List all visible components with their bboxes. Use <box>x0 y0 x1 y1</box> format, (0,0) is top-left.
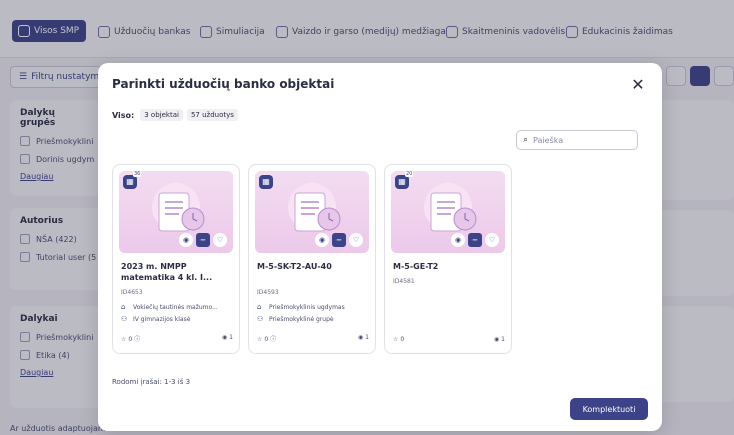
view-count: 1 <box>229 334 233 341</box>
card-id: ID4581 <box>393 278 415 285</box>
graduation-icon: ⌂ <box>121 303 126 311</box>
card-badge: 20 <box>405 171 414 177</box>
eye-icon: ◉ <box>358 334 364 341</box>
meta-text: Vokiečių tautinės mažumo... <box>133 303 218 311</box>
card-image: ▦ ◉ − ♡ <box>255 171 369 253</box>
view-count: 1 <box>501 336 505 343</box>
star-count: 0 <box>264 336 269 343</box>
card-id: ID4593 <box>257 289 279 296</box>
users-icon: ⚇ <box>257 315 264 323</box>
task-card[interactable]: ▦ 36 ◉ − ♡ 2023 m. NMPP matematika 4 kl.… <box>112 164 240 354</box>
card-meta: ⌂ Priešmokyklinis ugdymas <box>257 303 345 311</box>
summary-label: Viso: <box>112 110 135 120</box>
task-bank-icon: ▦ <box>259 175 273 189</box>
card-footer: ☆ 0 ⓘ ◉ 1 <box>257 334 369 343</box>
card-title[interactable]: M-5-SK-T2-AU-40 <box>257 261 369 272</box>
card-title[interactable]: 2023 m. NMPP matematika 4 kl. I... <box>121 261 233 283</box>
records-shown-text: Rodomi įrašai: 1-3 iš 3 <box>112 378 191 386</box>
selected-objects-modal: Parinkti užduočių banko objektai ✕ Viso:… <box>98 63 662 431</box>
task-bank-icon: ▦ <box>395 175 409 189</box>
graduation-icon: ⌂ <box>257 303 262 311</box>
remove-button[interactable]: − <box>332 233 346 247</box>
task-card[interactable]: ▦ 20 ◉ − ♡ M-5-GE-T2 ID4581 ☆ 0 ◉ 1 <box>384 164 512 354</box>
card-actions: ◉ − ♡ <box>315 233 363 247</box>
card-title[interactable]: M-5-GE-T2 <box>393 261 505 272</box>
views: ◉ 1 <box>222 334 233 343</box>
remove-button[interactable]: − <box>468 233 482 247</box>
preview-eye-icon[interactable]: ◉ <box>451 233 465 247</box>
info-icon: ⓘ <box>270 336 277 343</box>
rating: ☆ 0 ⓘ <box>121 334 140 343</box>
heart-icon[interactable]: ♡ <box>349 233 363 247</box>
card-meta: ⚇ IV gimnazijos klasė <box>121 315 190 323</box>
search-placeholder: Paieška <box>533 135 564 145</box>
star-count: 0 <box>400 336 405 343</box>
preview-eye-icon[interactable]: ◉ <box>179 233 193 247</box>
close-icon[interactable]: ✕ <box>630 77 646 93</box>
views: ◉ 1 <box>358 334 369 343</box>
card-actions: ◉ − ♡ <box>451 233 499 247</box>
card-footer: ☆ 0 ⓘ ◉ 1 <box>121 334 233 343</box>
card-meta: ⌂ Vokiečių tautinės mažumo... <box>121 303 218 311</box>
users-icon: ⚇ <box>121 315 128 323</box>
card-badge: 36 <box>133 171 142 177</box>
eye-icon: ◉ <box>494 336 500 343</box>
selection-summary: Viso: 3 objektai 57 užduotys <box>112 109 238 121</box>
card-actions: ◉ − ♡ <box>179 233 227 247</box>
card-footer: ☆ 0 ◉ 1 <box>393 336 505 343</box>
task-card[interactable]: ▦ ◉ − ♡ M-5-SK-T2-AU-40 ID4593 ⌂ Priešmo… <box>248 164 376 354</box>
star-count: 0 <box>128 336 133 343</box>
info-icon: ⓘ <box>134 336 141 343</box>
search-input[interactable]: ⌕ Paieška <box>516 130 638 150</box>
view-count: 1 <box>365 334 369 341</box>
heart-icon[interactable]: ♡ <box>485 233 499 247</box>
remove-button[interactable]: − <box>196 233 210 247</box>
views: ◉ 1 <box>494 336 505 343</box>
card-image: ▦ 20 ◉ − ♡ <box>391 171 505 253</box>
rating: ☆ 0 <box>393 336 404 343</box>
complete-button[interactable]: Komplektuoti <box>570 398 648 420</box>
eye-icon: ◉ <box>222 334 228 341</box>
tasks-count-chip: 57 užduotys <box>186 109 238 121</box>
meta-text: Priešmokyklinė grupė <box>269 315 334 323</box>
star-icon: ☆ <box>257 336 263 343</box>
meta-text: Priešmokyklinis ugdymas <box>269 303 345 311</box>
task-bank-icon: ▦ <box>123 175 137 189</box>
card-id: ID4653 <box>121 289 143 296</box>
modal-title: Parinkti užduočių banko objektai <box>112 77 335 91</box>
card-image: ▦ 36 ◉ − ♡ <box>119 171 233 253</box>
heart-icon[interactable]: ♡ <box>213 233 227 247</box>
search-icon: ⌕ <box>523 135 529 145</box>
preview-eye-icon[interactable]: ◉ <box>315 233 329 247</box>
card-meta: ⚇ Priešmokyklinė grupė <box>257 315 334 323</box>
star-icon: ☆ <box>393 336 399 343</box>
star-icon: ☆ <box>121 336 127 343</box>
meta-text: IV gimnazijos klasė <box>133 315 191 323</box>
rating: ☆ 0 ⓘ <box>257 334 276 343</box>
objects-count-chip: 3 objektai <box>140 109 183 121</box>
